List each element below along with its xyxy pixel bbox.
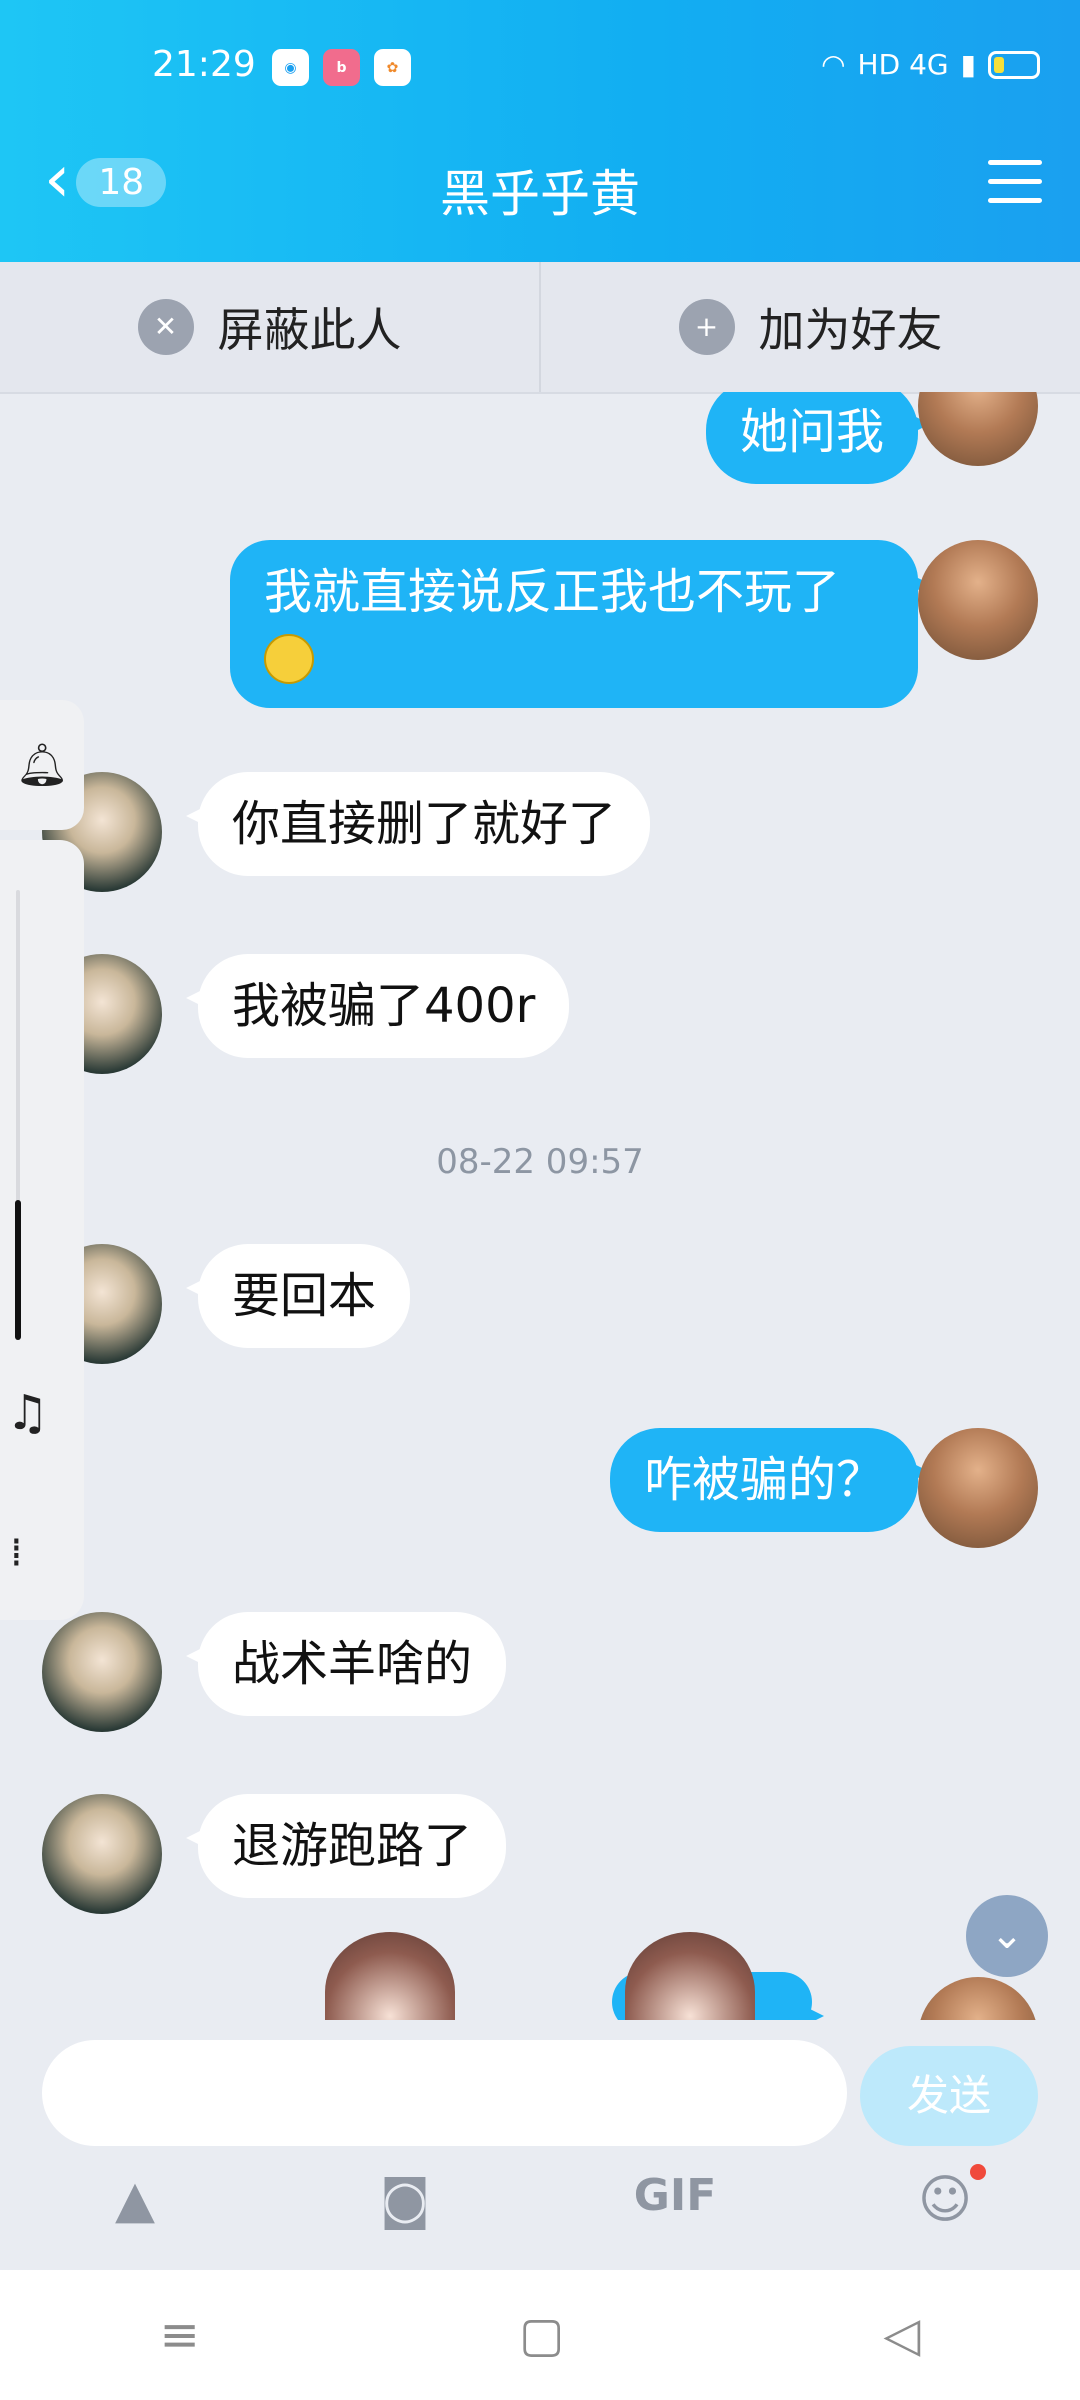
message-bubble-received[interactable]: 退游跑路了 xyxy=(185,1794,507,1898)
my-avatar[interactable] xyxy=(918,392,1038,466)
gif-label: GIF xyxy=(633,2170,717,2221)
message-bubble-sent[interactable]: 我就直接说反正我也不玩了 xyxy=(230,540,930,708)
music-note-icon[interactable]: ♫ xyxy=(6,1385,49,1441)
chat-title: 黑乎乎黄 xyxy=(440,165,640,223)
more-options-icon[interactable]: ⁞ xyxy=(10,1530,23,1576)
status-app-icons: ◉ b ✿ xyxy=(272,49,411,86)
bilibili-icon: b xyxy=(323,49,360,86)
bell-icon[interactable]: 🔔︎ xyxy=(0,700,84,830)
network-label: HD 4G xyxy=(857,48,949,81)
block-user-label: 屏蔽此人 xyxy=(217,303,402,357)
volume-panel: ♫ ⁞ xyxy=(0,840,84,1620)
floating-control-panel: 🔔︎ ♫ ⁞ xyxy=(0,700,84,1620)
emoji-icon xyxy=(264,634,314,684)
message-text: 我就直接说反正我也不玩了 xyxy=(264,564,841,620)
my-avatar[interactable] xyxy=(918,540,1038,660)
gallery-icon: ✿ xyxy=(374,49,411,86)
back-nav-icon[interactable]: ◁ xyxy=(883,2307,920,2363)
wifi-icon: ◠ xyxy=(821,48,846,81)
chat-area[interactable]: 她问我 我就直接说反正我也不玩了 你直接删了就好了 我被骗了400r 08-22… xyxy=(0,392,1080,2042)
menu-icon[interactable] xyxy=(988,160,1042,217)
volume-slider-fill[interactable] xyxy=(15,1200,21,1340)
home-icon[interactable]: ▢ xyxy=(519,2307,564,2363)
input-bar: 发送 ▲ ◙ GIF ☺ xyxy=(0,2020,1080,2270)
battery-icon xyxy=(988,50,1040,79)
notification-app-icon: ◉ xyxy=(272,49,309,86)
signal-icon: ▮ xyxy=(960,48,976,81)
gif-button[interactable]: GIF xyxy=(630,2170,720,2230)
emoji-panel-icon[interactable]: ☺ xyxy=(900,2164,990,2230)
new-indicator-dot xyxy=(970,2164,986,2180)
message-input[interactable] xyxy=(42,2040,847,2146)
message-bubble-received[interactable]: 战术羊啥的 xyxy=(185,1612,507,1716)
message-bubble-received[interactable]: 我被骗了400r xyxy=(185,954,570,1058)
system-navigation-bar: ≡ ▢ ◁ xyxy=(0,2270,1080,2400)
image-icon[interactable]: ▲ xyxy=(90,2170,180,2230)
scroll-to-bottom-button[interactable]: ⌄ xyxy=(966,1895,1048,1977)
contact-avatar[interactable] xyxy=(42,1794,162,1914)
add-friend-label: 加为好友 xyxy=(758,303,943,357)
my-avatar[interactable] xyxy=(918,1428,1038,1548)
recent-apps-icon[interactable]: ≡ xyxy=(160,2307,200,2363)
camera-icon[interactable]: ◙ xyxy=(360,2170,450,2230)
stranger-action-bar: ✕ 屏蔽此人 + 加为好友 xyxy=(0,262,1080,394)
status-time: 21:29 xyxy=(152,44,256,85)
input-toolbar: ▲ ◙ GIF ☺ xyxy=(0,2164,1080,2230)
message-bubble-sent[interactable]: 她问我 xyxy=(705,392,931,484)
add-friend-button[interactable]: + 加为好友 xyxy=(539,262,1080,392)
contact-avatar[interactable] xyxy=(42,1612,162,1732)
timestamp-separator: 08-22 09:57 xyxy=(436,1142,644,1182)
message-bubble-received[interactable]: 你直接删了就好了 xyxy=(185,772,651,876)
status-right: ◠ HD 4G ▮ xyxy=(821,48,1040,81)
top-bar: 21:29 ◉ b ✿ ◠ HD 4G ▮ ‹ 18 黑乎乎黄 xyxy=(0,0,1080,262)
send-button[interactable]: 发送 xyxy=(860,2046,1038,2146)
add-friend-icon: + xyxy=(678,299,735,355)
block-user-button[interactable]: ✕ 屏蔽此人 xyxy=(0,262,539,392)
message-bubble-sent[interactable]: 咋被骗的？ xyxy=(609,1428,931,1532)
message-bubble-received[interactable]: 要回本 xyxy=(185,1244,411,1348)
block-icon: ✕ xyxy=(137,299,194,355)
